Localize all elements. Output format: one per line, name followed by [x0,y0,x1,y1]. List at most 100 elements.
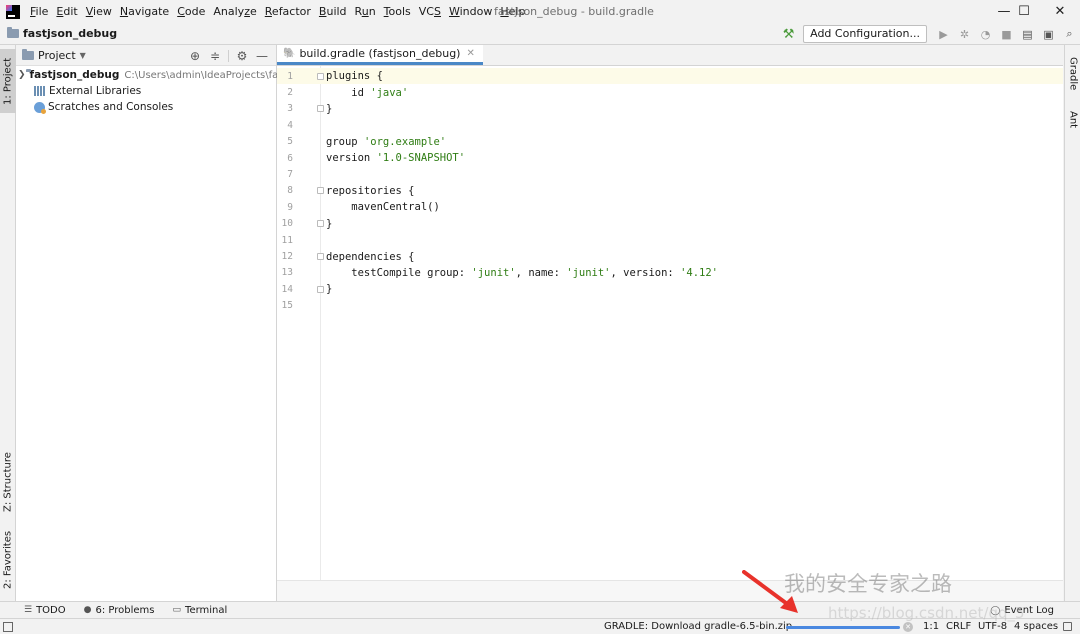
tab-ant[interactable]: Ant [1065,103,1080,137]
tree-item-external-libraries[interactable]: External Libraries [16,83,276,99]
project-panel: Project ▼ ⊕ ≑ ⚙ — ❯ fastjson_debug C:\Us… [16,45,290,601]
line-number: 7 [287,169,293,181]
tab-ant-label: Ant [1067,111,1079,129]
chevron-right-icon[interactable]: ❯ [18,70,26,80]
project-structure-icon[interactable]: ▤ [1018,24,1038,44]
project-panel-actions: ⊕ ≑ ⚙ — [185,45,272,66]
menu-build[interactable]: Build [315,0,351,23]
menu-file[interactable]: File [26,0,52,23]
build-hammer-icon[interactable]: ⚒ [779,24,799,44]
problems-icon: ● [83,605,92,615]
navigation-bar: fastjson_debug ⚒ Add Configuration... ▶ … [0,23,1080,45]
line-number: 8 [287,185,293,197]
tab-project-label: 1: Project [2,57,14,105]
code-text: mavenCentral() [326,201,440,214]
stop-icon[interactable]: ■ [997,24,1017,44]
code-text: plugins { [326,70,383,83]
line-number: 15 [281,300,293,312]
collapse-all-icon[interactable]: ≑ [205,49,225,63]
scratches-icon [34,101,46,114]
watermark-url: https://blog.csdn.net/qq_5 [828,604,1025,622]
tab-favorites-label: 2: Favorites [2,530,14,590]
code-text: version '1.0-SNAPSHOT' [326,152,466,165]
hide-panel-icon[interactable]: — [252,49,272,63]
editor-tab-build-gradle[interactable]: 🐘 build.gradle (fastjson_debug) ✕ [277,45,483,65]
menu-run[interactable]: Run [351,0,380,23]
list-icon: ☰ [24,605,33,615]
code-line: 7 [277,166,1063,182]
gear-icon[interactable]: ⚙ [232,49,252,63]
tab-terminal-label: Terminal [185,604,228,616]
editor-tab-bar: 🐘 build.gradle (fastjson_debug) ✕ [277,45,1063,66]
line-number: 12 [281,251,293,263]
intellij-logo-icon [6,4,20,19]
code-text: } [326,102,333,115]
tab-gradle[interactable]: Gradle [1065,49,1080,99]
tab-problems-label: 6: Problems [95,604,155,616]
library-icon [34,86,46,96]
debug-icon[interactable]: ✲ [955,24,975,44]
terminal-icon: ▭ [172,605,182,615]
menu-refactor[interactable]: Refactor [261,0,315,23]
line-number: 11 [281,234,293,246]
fold-marker-icon[interactable] [317,285,324,293]
toggle-view-icon[interactable]: ▣ [1039,24,1059,44]
code-line: 6 version '1.0-SNAPSHOT' [277,150,1063,166]
chevron-down-icon[interactable]: ▼ [80,51,86,60]
run-icon[interactable]: ▶ [934,24,954,44]
code-line: 9 mavenCentral() [277,199,1063,215]
toggle-tool-windows-icon[interactable] [3,621,13,632]
project-view-selector[interactable]: Project [38,49,76,62]
fold-marker-icon[interactable] [317,105,324,113]
fold-marker-icon[interactable] [317,187,324,195]
add-configuration-button[interactable]: Add Configuration... [803,25,927,43]
tab-gradle-label: Gradle [1067,57,1079,91]
tab-todo[interactable]: ☰ TODO [24,605,66,616]
gradle-elephant-icon: 🐘 [283,48,296,59]
tab-terminal[interactable]: ▭ Terminal [173,605,228,616]
menu-vcs[interactable]: VCS [415,0,445,23]
editor-tab-label: build.gradle (fastjson_debug) [299,47,461,60]
code-line: 1 plugins { [277,68,1063,85]
menu-navigate[interactable]: Navigate [116,0,173,23]
maximize-button[interactable]: ☐ [1004,0,1044,23]
tree-item-scratches[interactable]: Scratches and Consoles [16,99,276,115]
menu-code[interactable]: Code [173,0,209,23]
line-number: 3 [287,103,293,115]
line-number: 2 [287,87,293,99]
coverage-icon[interactable]: ◔ [976,24,996,44]
fold-marker-icon[interactable] [317,253,324,261]
background-task-text[interactable]: GRADLE: Download gradle-6.5-bin.zip... [604,619,802,634]
menu-tools[interactable]: Tools [380,0,415,23]
menu-window[interactable]: Window [445,0,496,23]
code-text: dependencies { [326,250,415,263]
tree-item-label: External Libraries [49,85,142,97]
right-tool-strip: Gradle Ant [1064,45,1080,601]
menu-view[interactable]: View [82,0,116,23]
code-line: 8 repositories { [277,183,1063,199]
cancel-task-icon[interactable]: ✕ [903,622,913,632]
tab-project[interactable]: 1: Project [0,49,16,113]
menu-edit[interactable]: Edit [52,0,81,23]
folder-icon [7,27,19,38]
tree-item-project-root[interactable]: ❯ fastjson_debug C:\Users\admin\IdeaProj… [16,67,290,83]
close-icon[interactable]: ✕ [466,48,474,59]
locate-icon[interactable]: ⊕ [185,49,205,63]
breadcrumb-project[interactable]: fastjson_debug [23,27,117,40]
close-window-button[interactable]: ✕ [1040,0,1080,23]
fold-marker-icon[interactable] [317,72,324,80]
code-area[interactable]: 1 plugins {2 id 'java' 3} 4 5 group 'org.exam… [277,66,1063,580]
lock-icon[interactable] [1063,622,1072,631]
tab-problems[interactable]: ● 6: Problems [84,605,155,616]
breadcrumb[interactable]: fastjson_debug [7,27,117,40]
editor: 🐘 build.gradle (fastjson_debug) ✕ 1 plugi… [277,45,1063,601]
tree-item-path: C:\Users\admin\IdeaProjects\fastj [124,69,291,81]
watermark: 我的安全专家之路 [784,572,952,596]
fold-marker-icon[interactable] [317,220,324,228]
tab-favorites[interactable]: 2: Favorites [0,525,16,595]
code-line: 10} [277,216,1063,232]
menu-analyze[interactable]: Analyze [209,0,260,23]
tab-structure[interactable]: Z: Structure [0,450,16,514]
code-line: 14} [277,281,1063,297]
search-everywhere-icon[interactable]: ⌕ [1060,24,1080,44]
